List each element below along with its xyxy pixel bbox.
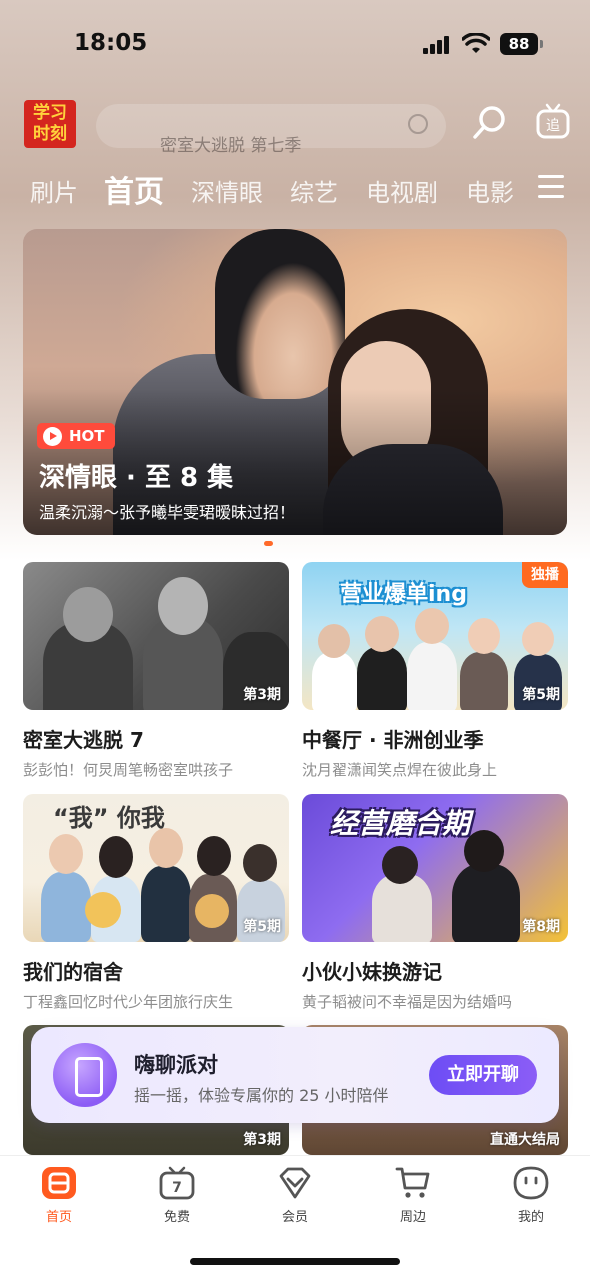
tab-variety[interactable]: 综艺: [290, 173, 338, 208]
signal-icon: [423, 36, 451, 54]
nav-label: 会员: [281, 1210, 308, 1225]
nav-label: 首页: [45, 1210, 72, 1225]
home-indicator: [190, 1258, 400, 1265]
show-title: 密室大逃脱 7: [23, 728, 144, 752]
status-time: 18:05: [74, 30, 148, 56]
battery-icon: 88: [500, 33, 538, 55]
tab-shenqingyan[interactable]: 深情眼: [191, 173, 263, 208]
show-card[interactable]: 营业爆单ing 独播 第5期 中餐厅 · 非洲创业季 沈月翟潇闻笑点焊在彼此身上: [302, 562, 568, 780]
hero-banner[interactable]: HOT 深情眼 · 至 8 集 温柔沉溺～张予曦毕雯珺暧昧过招！: [23, 229, 567, 535]
show-title: 我们的宿舍: [23, 960, 123, 984]
nav-free[interactable]: 7 免费: [137, 1166, 217, 1225]
episode-label: 直通大结局: [490, 1132, 560, 1148]
nav-label: 免费: [163, 1210, 190, 1225]
show-logo-text: 营业爆单ing: [340, 582, 467, 607]
episode-label: 第3期: [243, 1132, 281, 1148]
tab-movies[interactable]: 电影: [466, 173, 514, 208]
shopping-cart-icon: [395, 1166, 431, 1200]
logo-line1: 学习: [33, 103, 67, 123]
show-logo-text: “我” 你我: [53, 804, 165, 832]
free-tv-icon: 7: [159, 1166, 195, 1200]
show-title: 小伙小妹换游记: [302, 960, 442, 984]
search-placeholder: 密室大逃脱 第七季: [160, 136, 302, 156]
search-bar[interactable]: 密室大逃脱 第七季: [96, 104, 446, 156]
nav-label: 我的: [517, 1210, 544, 1225]
tab-tv-series[interactable]: 电视剧: [366, 173, 438, 208]
follow-tv-icon[interactable]: 追: [535, 103, 571, 141]
tab-home[interactable]: 首页: [104, 167, 164, 211]
banner-subtitle: 温柔沉溺～张予曦毕雯珺暧昧过招！: [39, 503, 296, 522]
nav-label: 周边: [399, 1210, 426, 1225]
show-description: 彭彭怕！何炅周笔畅密室哄孩子: [23, 761, 234, 779]
scan-icon[interactable]: [408, 114, 428, 134]
search-icon[interactable]: [470, 103, 510, 143]
episode-label: 第5期: [522, 687, 560, 703]
episode-label: 第5期: [243, 919, 281, 935]
battery-tip: [540, 40, 543, 48]
nav-profile[interactable]: 我的: [491, 1166, 571, 1225]
show-thumbnail: “我” 你我 第5期: [23, 794, 289, 942]
menu-icon[interactable]: [538, 175, 564, 199]
promo-title: 嗨聊派对: [134, 1053, 218, 1077]
banner-figure: [215, 229, 345, 399]
nav-vip[interactable]: 会员: [255, 1166, 335, 1225]
show-card[interactable]: 第3期 密室大逃脱 7 彭彭怕！何炅周笔畅密室哄孩子: [23, 562, 289, 780]
svg-text:追: 追: [546, 118, 560, 134]
show-thumbnail: 第3期: [23, 562, 289, 710]
hot-badge-label: HOT: [69, 427, 105, 445]
status-bar: 18:05 88: [0, 0, 590, 90]
episode-label: 第3期: [243, 687, 281, 703]
show-logo-text: 经营磨合期: [330, 807, 471, 840]
tab-shuapian[interactable]: 刷片: [30, 173, 78, 208]
app-logo[interactable]: 学习 时刻: [24, 100, 76, 148]
logo-line2: 时刻: [33, 124, 67, 144]
category-tabs: 刷片 首页 深情眼 综艺 电视剧 电影: [0, 165, 590, 215]
nav-merch[interactable]: 周边: [373, 1166, 453, 1225]
show-description: 丁程鑫回忆时代少年团旅行庆生: [23, 993, 234, 1011]
episode-label: 第8期: [522, 919, 560, 935]
show-thumbnail: 经营磨合期 第8期: [302, 794, 568, 942]
exclusive-badge: 独播: [522, 562, 568, 588]
show-description: 沈月翟潇闻笑点焊在彼此身上: [302, 761, 498, 779]
profile-face-icon: [513, 1166, 549, 1200]
vip-diamond-icon: [277, 1166, 313, 1200]
show-title: 中餐厅 · 非洲创业季: [302, 728, 484, 752]
banner-title: 深情眼 · 至 8 集: [39, 463, 234, 493]
show-card[interactable]: “我” 你我 第5期 我们的宿舍 丁程鑫回忆时代少年团旅行庆生: [23, 794, 289, 1012]
party-promo-banner[interactable]: 嗨聊派对 摇一摇，体验专属你的 25 小时陪伴 立即开聊: [31, 1027, 559, 1123]
hot-badge: HOT: [37, 423, 115, 449]
start-chat-button[interactable]: 立即开聊: [429, 1055, 537, 1095]
play-icon: [43, 427, 62, 446]
svg-text:7: 7: [172, 1180, 182, 1196]
carousel-indicator: [264, 541, 273, 546]
nav-home[interactable]: 首页: [19, 1166, 99, 1225]
promo-description: 摇一摇，体验专属你的 25 小时陪伴: [134, 1086, 389, 1105]
home-icon: [41, 1166, 77, 1200]
show-description: 黄子韬被问不幸福是因为结婚吗: [302, 993, 513, 1011]
phone-shake-icon: [53, 1043, 117, 1107]
show-thumbnail: 营业爆单ing 独播 第5期: [302, 562, 568, 710]
show-card[interactable]: 经营磨合期 第8期 小伙小妹换游记 黄子韬被问不幸福是因为结婚吗: [302, 794, 568, 1012]
wifi-icon: [462, 33, 490, 53]
